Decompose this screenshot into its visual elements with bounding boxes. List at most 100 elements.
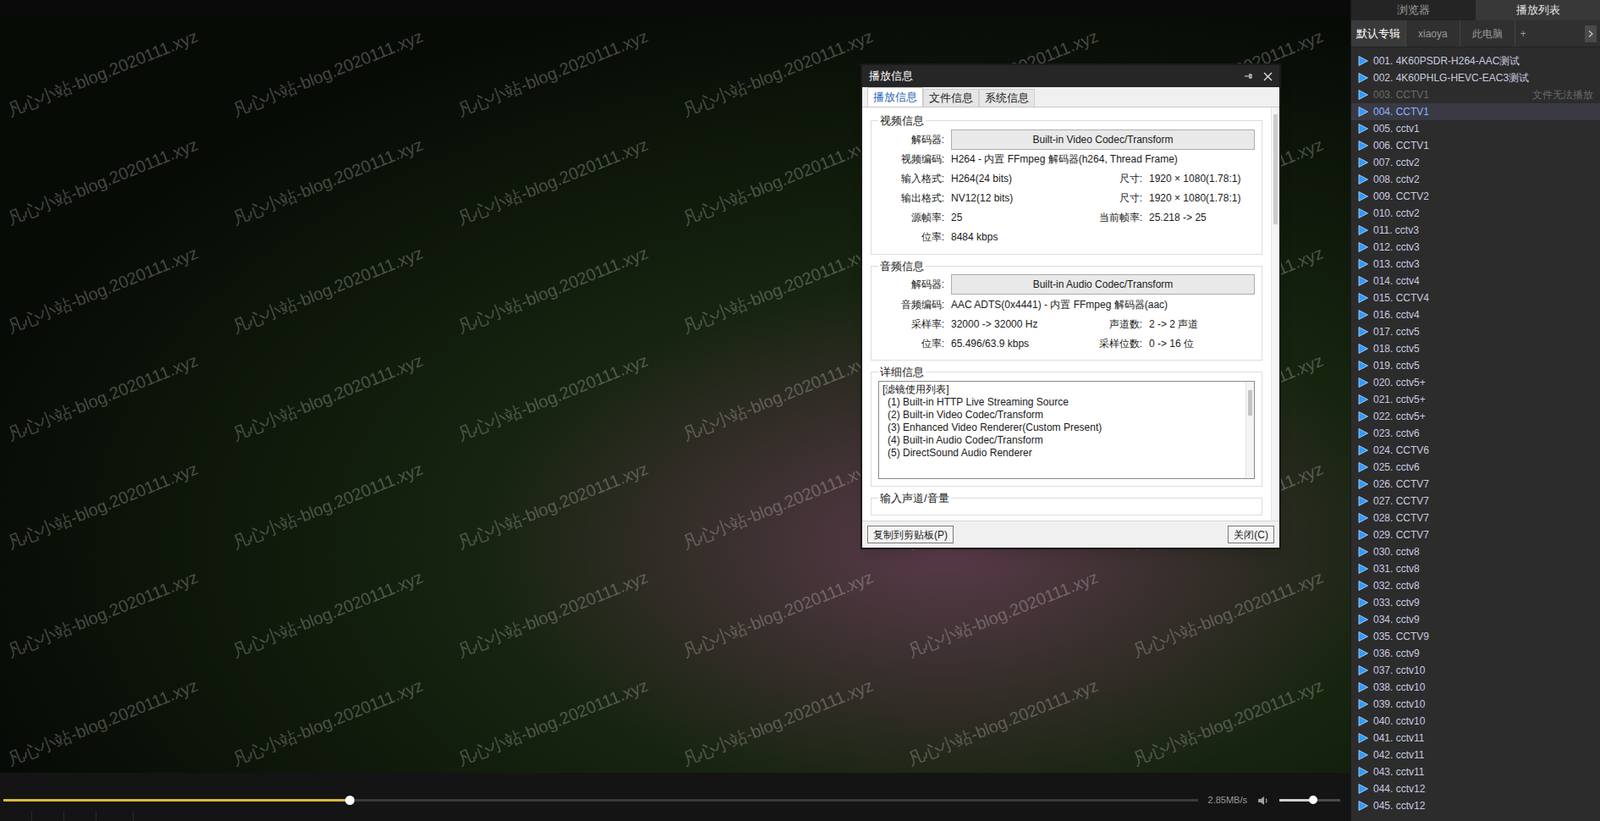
playlist-item[interactable]: 017. cctv5 [1351,323,1600,341]
playlist-item[interactable]: 015. CCTV4 [1351,289,1600,307]
album-tab[interactable]: 此电脑 [1459,20,1515,47]
album-tab[interactable]: xiaoya [1405,20,1460,47]
playlist-item[interactable]: 001. 4K60PSDR-H264-AAC测试 [1351,52,1600,70]
playlist: 001. 4K60PSDR-H264-AAC测试002. 4K60PHLG-HE… [1351,47,1600,821]
playlist-item[interactable]: 029. CCTV7 [1351,526,1600,544]
details-line: [滤镜使用列表] [882,383,1243,396]
field-value: H264 - 内置 FFmpeg 解码器(h264, Thread Frame) [951,151,1255,167]
playlist-item[interactable]: 008. cctv2 [1351,170,1600,188]
playlist-item[interactable]: 016. cctv4 [1351,306,1600,324]
control-button[interactable] [96,810,134,821]
player-window: 凡心小站-blog.2020111.xyz凡心小站-blog.2020111.x… [0,0,1600,821]
playlist-item[interactable]: 032. cctv8 [1351,577,1600,594]
playlist-item[interactable]: 007. cctv2 [1351,153,1600,171]
playlist-item[interactable]: 038. cctv10 [1351,678,1600,696]
control-button[interactable] [0,810,33,821]
volume-knob[interactable] [1308,795,1318,804]
seek-bar[interactable] [3,798,1199,802]
playlist-item[interactable]: 021. cctv5+ [1351,390,1600,408]
playlist-item[interactable]: 024. CCTV6 [1351,441,1600,459]
close-icon[interactable] [1263,71,1273,82]
playlist-item[interactable]: 041. cctv11 [1351,729,1600,747]
playlist-item[interactable]: 009. CCTV2 [1351,187,1600,205]
decoder-button[interactable]: Built-in Video Codec/Transform [951,129,1255,150]
details-scroll-thumb[interactable] [1248,390,1253,416]
playlist-item[interactable]: 036. cctv9 [1351,644,1600,662]
playlist-item[interactable]: 006. CCTV1 [1351,137,1600,154]
dialog-titlebar[interactable]: 播放信息 [862,65,1280,88]
dialog-tab[interactable]: 系统信息 [978,88,1035,107]
control-button[interactable] [32,810,65,821]
dialog-button[interactable]: 关闭(C) [1227,525,1275,544]
panel-tab[interactable]: 浏览器 [1351,0,1476,21]
album-add[interactable]: + [1514,20,1585,47]
item-title: 027. CCTV7 [1373,493,1594,509]
playlist-item[interactable]: 026. CCTV7 [1351,475,1600,493]
volume-icon[interactable] [1257,794,1270,807]
playlist-item[interactable]: 033. cctv9 [1351,593,1600,611]
control-button[interactable] [64,810,97,821]
info-group: 视频信息解码器:Built-in Video Codec/Transform视频… [870,112,1263,255]
field-label: 采样率: [878,316,945,332]
info-row: 源帧率:25当前帧率:25.218 -> 25 [878,208,1255,228]
album-tab[interactable]: 默认专辑 [1351,20,1406,47]
playlist-item[interactable]: 013. cctv3 [1351,255,1600,273]
playlist-item[interactable]: 031. cctv8 [1351,560,1600,578]
playlist-item[interactable]: 023. cctv6 [1351,424,1600,442]
panel-tab[interactable]: 播放列表 [1475,0,1600,21]
playlist-item[interactable]: 034. cctv9 [1351,610,1600,628]
details-line: (4) Built-in Audio Codec/Transform [882,434,1243,447]
playlist-item[interactable]: 004. CCTV1 [1351,103,1600,121]
speed-text: 2.85MB/s [1208,792,1248,808]
play-icon [1358,241,1369,253]
playlist-item[interactable]: 037. cctv10 [1351,661,1600,679]
field-value: 32000 -> 32000 Hz [951,316,1077,332]
playlist-item[interactable]: 039. cctv10 [1351,695,1600,713]
watermark-text: 凡心小站-blog.2020111.xyz [0,537,230,683]
playlist-item[interactable]: 027. CCTV7 [1351,492,1600,510]
playlist-item[interactable]: 040. cctv10 [1351,712,1600,730]
field-label: 位率: [878,335,945,352]
playlist-item[interactable]: 011. cctv3 [1351,221,1600,239]
play-icon [1358,783,1369,794]
dialog-scroll-thumb[interactable] [1273,114,1278,225]
playlist-item[interactable]: 005. cctv1 [1351,120,1600,138]
pin-icon[interactable] [1242,71,1254,82]
play-icon [1358,478,1369,490]
field-label: 尺寸: [1083,190,1143,206]
playlist-item[interactable]: 022. cctv5+ [1351,407,1600,425]
playlist-item[interactable]: 010. cctv2 [1351,204,1600,222]
playlist-item[interactable]: 045. cctv12 [1351,797,1600,814]
playlist-item[interactable]: 002. 4K60PHLG-HEVC-EAC3测试 [1351,69,1600,87]
play-icon [1358,665,1369,676]
playlist-item[interactable]: 003. CCTV1文件无法播放 [1351,86,1600,104]
dialog-scrollbar[interactable] [1270,107,1280,521]
playlist-item[interactable]: 042. cctv11 [1351,746,1600,764]
playlist-item[interactable]: 043. cctv11 [1351,763,1600,781]
playlist-item[interactable]: 014. cctv4 [1351,272,1600,290]
album-scroll[interactable] [1584,25,1597,43]
dialog-tab[interactable]: 播放信息 [867,87,924,107]
play-icon [1358,55,1369,66]
dialog-button[interactable]: 复制到剪贴板(P) [867,525,954,544]
playlist-item[interactable]: 018. cctv5 [1351,340,1600,358]
seek-knob[interactable] [345,795,355,805]
playlist-item[interactable]: 030. cctv8 [1351,543,1600,561]
playlist-item[interactable]: 019. cctv5 [1351,357,1600,374]
dialog-tab[interactable]: 文件信息 [923,88,979,107]
playlist-item[interactable]: 012. cctv3 [1351,238,1600,256]
playlist-item[interactable]: 035. CCTV9 [1351,627,1600,645]
decoder-button[interactable]: Built-in Audio Codec/Transform [951,274,1255,295]
item-title: 002. 4K60PHLG-HEVC-EAC3测试 [1373,70,1594,86]
playlist-item[interactable]: 028. CCTV7 [1351,509,1600,527]
item-title: 037. cctv10 [1373,662,1594,678]
playlist-item[interactable]: 020. cctv5+ [1351,373,1600,391]
field-value: 25 [951,209,1077,226]
play-icon [1358,681,1369,693]
details-scrollbar[interactable] [1245,381,1254,479]
button-strip [0,810,1351,821]
details-textbox[interactable]: [滤镜使用列表](1) Built-in HTTP Live Streaming… [878,380,1255,479]
volume-slider[interactable] [1279,798,1341,802]
playlist-item[interactable]: 044. cctv12 [1351,780,1600,798]
playlist-item[interactable]: 025. cctv6 [1351,458,1600,476]
